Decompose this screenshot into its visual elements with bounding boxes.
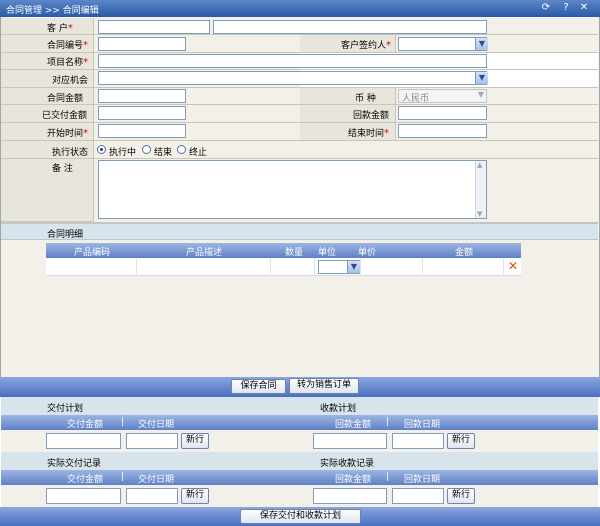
actual-delivery-new-row-button[interactable]: 新行 [181, 488, 209, 504]
end-time-label: 结束时间* [348, 128, 390, 139]
receipt-plan-title: 收款计划 [320, 404, 357, 414]
refresh-icon[interactable]: ⟳ [540, 2, 552, 14]
contract-no-label: 合同编号* [47, 40, 89, 51]
delete-row-icon[interactable]: ✕ [508, 259, 518, 273]
delivery-plan-title: 交付计划 [47, 404, 84, 414]
received-amount-label: 回款金额 [353, 111, 390, 121]
status-option-finished: 结束 [154, 148, 173, 158]
start-time-field[interactable] [98, 124, 186, 138]
to-sales-order-button[interactable]: 转为销售订单 [289, 378, 359, 394]
title-bar: 合同管理 >> 合同编辑 ⟳ ? ✕ [0, 0, 600, 17]
start-time-label: 开始时间* [47, 128, 89, 139]
col-receipt-amount: 回款金额 [335, 420, 372, 430]
customer-signer-select[interactable] [398, 37, 487, 51]
col-amount: 金额 [455, 248, 474, 258]
remarks-scrollbar[interactable]: ▲ ▼ [475, 161, 486, 218]
col-delivery-amount: 交付金额 [67, 475, 104, 485]
customer-signer-label: 客户签约人* [341, 40, 392, 51]
contract-amount-field[interactable] [98, 89, 186, 103]
chevron-down-icon[interactable]: ▼ [475, 72, 488, 84]
opportunity-select[interactable] [98, 71, 487, 85]
scroll-down-icon[interactable]: ▼ [477, 210, 482, 218]
col-unit-price: 单价 [358, 248, 377, 258]
help-icon[interactable]: ? [560, 2, 572, 14]
contract-no-field[interactable] [98, 37, 186, 51]
col-quantity: 数量 [285, 248, 304, 258]
plans-header: 交付计划 收款计划 [1, 397, 598, 415]
col-receipt-date: 回款日期 [404, 420, 441, 430]
col-product-desc: 产品描述 [186, 248, 223, 258]
customer-name-field[interactable] [213, 20, 487, 34]
chevron-down-icon: ▼ [477, 90, 484, 99]
currency-label: 币 种 [355, 94, 376, 104]
delivery-amount-field[interactable] [46, 433, 121, 449]
customer-field[interactable] [98, 20, 210, 34]
status-label: 执行状态 [52, 148, 89, 158]
col-separator: | [121, 472, 125, 482]
delivered-amount-field[interactable] [98, 106, 186, 120]
col-receipt-amount: 回款金额 [335, 475, 372, 485]
chevron-down-icon[interactable]: ▼ [475, 38, 488, 50]
end-time-field[interactable] [398, 124, 487, 138]
currency-value: 人民币 [402, 94, 430, 104]
remarks-label: 备 注 [52, 164, 73, 174]
delivered-amount-label: 已交付金额 [42, 111, 88, 121]
delivery-date-field[interactable] [126, 433, 178, 449]
col-delivery-date: 交付日期 [138, 420, 175, 430]
col-separator: | [121, 417, 125, 427]
col-delivery-amount: 交付金额 [67, 420, 104, 430]
contract-detail-header: 合同明细 [1, 223, 598, 240]
actual-delivery-amount-field[interactable] [46, 488, 121, 504]
opportunity-label: 对应机会 [52, 76, 89, 86]
col-product-code: 产品编码 [74, 248, 111, 258]
actual-delivery-title: 实际交付记录 [47, 459, 102, 469]
breadcrumb: 合同管理 >> 合同编辑 [6, 6, 99, 16]
actual-table-header: 交付金额 | 交付日期 回款金额 | 回款日期 [1, 470, 598, 485]
received-amount-field[interactable] [398, 106, 487, 120]
status-radio-executing[interactable] [97, 145, 106, 154]
receipt-new-row-button[interactable]: 新行 [447, 433, 475, 449]
project-name-field[interactable] [98, 54, 487, 68]
receipt-amount-field[interactable] [313, 433, 387, 449]
status-option-terminated: 终止 [189, 148, 208, 158]
receipt-date-field[interactable] [392, 433, 444, 449]
col-receipt-date: 回款日期 [404, 475, 441, 485]
actual-receipt-new-row-button[interactable]: 新行 [447, 488, 475, 504]
detail-table-header: 产品编码 产品描述 数量 单位 单价 金额 [46, 243, 521, 258]
actual-records-header: 实际交付记录 实际收款记录 [1, 452, 598, 470]
actual-receipt-amount-field[interactable] [313, 488, 387, 504]
save-plans-button[interactable]: 保存交付和收款计划 [240, 509, 361, 524]
table-row: ▼ ✕ [46, 258, 521, 276]
chevron-down-icon[interactable]: ▼ [347, 261, 360, 273]
actual-receipt-date-field[interactable] [392, 488, 444, 504]
save-contract-button[interactable]: 保存合同 [231, 379, 286, 394]
status-radio-terminated[interactable] [177, 145, 186, 154]
scroll-up-icon[interactable]: ▲ [477, 161, 482, 169]
contract-amount-label: 合同金额 [47, 94, 84, 104]
status-radio-finished[interactable] [142, 145, 151, 154]
actual-receipt-title: 实际收款记录 [320, 459, 375, 469]
customer-label: 客 户* [47, 23, 73, 34]
plans-table-header: 交付金额 | 交付日期 回款金额 | 回款日期 [1, 415, 598, 430]
currency-select[interactable]: 人民币 ▼ [398, 89, 487, 104]
col-unit: 单位 [318, 248, 337, 258]
project-name-label: 项目名称* [47, 57, 89, 68]
col-delivery-date: 交付日期 [138, 475, 175, 485]
remarks-field[interactable] [98, 160, 487, 219]
col-separator: | [386, 417, 390, 427]
col-separator: | [386, 472, 390, 482]
contract-detail-title: 合同明细 [47, 230, 84, 240]
delivery-new-row-button[interactable]: 新行 [181, 433, 209, 449]
actual-delivery-date-field[interactable] [126, 488, 178, 504]
close-icon[interactable]: ✕ [578, 2, 590, 14]
status-option-executing: 执行中 [109, 148, 137, 158]
